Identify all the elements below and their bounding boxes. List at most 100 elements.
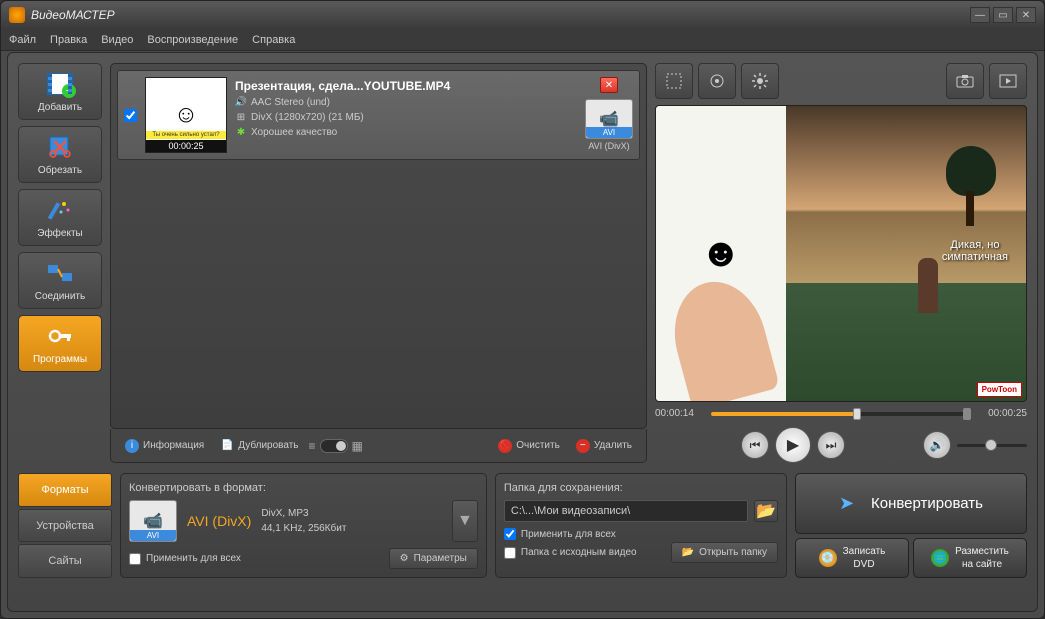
sidebar-add-label: Добавить <box>38 102 82 113</box>
sidebar-add-button[interactable]: + Добавить <box>18 63 102 120</box>
tab-formats[interactable]: Форматы <box>18 473 112 507</box>
format-dropdown-button[interactable]: ▼ <box>452 500 478 542</box>
file-list-panel: ☺ Ты очень сильно устал? 00:00:25 Презен… <box>110 63 647 429</box>
next-button[interactable]: ⏭ <box>817 431 845 459</box>
sidebar-programs-label: Программы <box>33 354 87 365</box>
sidebar-trim-label: Обрезать <box>38 165 82 176</box>
end-marker[interactable] <box>963 408 971 420</box>
open-folder-button[interactable]: 📂Открыть папку <box>671 542 778 563</box>
output-format-icon[interactable]: 📹 AVI <box>585 99 633 139</box>
view-toggle[interactable] <box>320 439 348 453</box>
format-icon[interactable]: 📹 AVI <box>129 500 177 542</box>
preview-toolbar <box>655 63 1027 99</box>
time-current: 00:00:14 <box>655 408 705 419</box>
output-box: ✕ 📹 AVI AVI (DivX) <box>585 77 633 153</box>
time-total: 00:00:25 <box>977 408 1027 419</box>
film-add-icon: + <box>44 70 76 98</box>
dvd-icon: 💿 <box>819 549 837 567</box>
play-controls: ⏮ ▶ ⏭ 🔊 <box>655 427 1027 463</box>
action-column: ➤ Конвертировать 💿 Записать DVD 🌐 Размес… <box>795 473 1027 578</box>
globe-icon: 🌐 <box>931 549 949 567</box>
minimize-button[interactable]: — <box>970 7 990 23</box>
join-icon <box>44 259 76 287</box>
thumb-caption: Ты очень сильно устал? <box>146 131 226 139</box>
output-tag: AVI <box>586 127 632 138</box>
cartoon-icon: ☻ <box>700 231 742 276</box>
save-path-input[interactable] <box>504 500 748 522</box>
enhance-button[interactable] <box>698 63 736 99</box>
sidebar-join-label: Соединить <box>35 291 85 302</box>
info-button[interactable]: iИнформация <box>119 436 210 456</box>
volume-button[interactable]: 🔊 <box>923 431 951 459</box>
volume-handle[interactable] <box>985 439 997 451</box>
delete-button[interactable]: −Удалить <box>570 436 638 456</box>
sidebar-effects-button[interactable]: Эффекты <box>18 189 102 246</box>
format-apply-all-checkbox[interactable]: Применить для всех <box>129 553 241 565</box>
clear-button[interactable]: 🚫Очистить <box>492 436 566 456</box>
clear-icon: 🚫 <box>498 439 512 453</box>
tab-sites[interactable]: Сайты <box>18 544 112 578</box>
brightness-button[interactable] <box>741 63 779 99</box>
format-spec: DivX, MP3 44,1 KHz, 256Кбит <box>261 506 346 536</box>
file-thumbnail: ☺ Ты очень сильно устал? 00:00:25 <box>145 77 227 153</box>
tab-devices[interactable]: Устройства <box>18 509 112 543</box>
gear-icon: ⚙ <box>400 553 409 564</box>
save-apply-all-checkbox[interactable]: Применить для всех <box>504 528 778 540</box>
app-logo-icon <box>9 7 25 23</box>
save-panel: Папка для сохранения: 📂 Применить для вс… <box>495 473 787 578</box>
menu-help[interactable]: Справка <box>252 34 295 46</box>
duplicate-icon: 📄 <box>220 439 234 453</box>
burn-dvd-button[interactable]: 💿 Записать DVD <box>795 538 909 578</box>
seek-handle[interactable] <box>853 408 861 420</box>
video-caption: Дикая, но симпатичная <box>942 239 1008 263</box>
params-button[interactable]: ⚙Параметры <box>389 548 478 569</box>
video-preview[interactable]: ☻ Дикая, но симпатичная PowToon <box>655 105 1027 402</box>
play-button[interactable]: ▶ <box>775 427 811 463</box>
menu-file[interactable]: Файл <box>9 34 36 46</box>
sidebar-trim-button[interactable]: Обрезать <box>18 126 102 183</box>
fullscreen-button[interactable] <box>989 63 1027 99</box>
duplicate-button[interactable]: 📄Дублировать <box>214 436 304 456</box>
menu-edit[interactable]: Правка <box>50 34 87 46</box>
info-icon: i <box>125 439 139 453</box>
browse-folder-button[interactable]: 📂 <box>754 500 778 522</box>
close-button[interactable]: ✕ <box>1016 7 1036 23</box>
file-info: Презентация, сдела...YOUTUBE.MP4 🔊AAC St… <box>235 77 577 153</box>
video-icon: ⊞ <box>235 111 247 123</box>
snapshot-button[interactable] <box>946 63 984 99</box>
menu-video[interactable]: Видео <box>101 34 133 46</box>
app-body: + Добавить Обрезать Эффекты Соединить <box>7 52 1038 612</box>
open-folder-icon: 📂 <box>682 547 694 558</box>
audio-meta: AAC Stereo (und) <box>251 97 330 108</box>
list-icon[interactable]: ≡ <box>309 439 316 453</box>
output-tabs: Форматы Устройства Сайты <box>18 473 112 578</box>
speaker-icon: 🔊 <box>235 96 247 108</box>
menu-playback[interactable]: Воспроизведение <box>147 34 238 46</box>
app-title: ВидеоМАСТЕР <box>31 8 967 22</box>
grid-icon[interactable]: ▦ <box>352 439 363 453</box>
hand-icon <box>662 271 780 402</box>
sidebar-join-button[interactable]: Соединить <box>18 252 102 309</box>
sidebar-effects-label: Эффекты <box>37 228 82 239</box>
publish-button[interactable]: 🌐 Разместить на сайте <box>913 538 1027 578</box>
format-panel: Конвертировать в формат: 📹 AVI AVI (DivX… <box>120 473 487 578</box>
seek-track[interactable] <box>711 412 971 416</box>
app-window: ВидеоМАСТЕР — ▭ ✕ Файл Правка Видео Восп… <box>0 0 1045 619</box>
convert-button[interactable]: ➤ Конвертировать <box>795 473 1027 534</box>
folder-icon: 📂 <box>756 501 776 521</box>
watermark: PowToon <box>977 382 1022 397</box>
prev-button[interactable]: ⏮ <box>741 431 769 459</box>
source-folder-checkbox[interactable]: Папка с исходным видео <box>504 547 637 559</box>
camera-icon: 📹 <box>599 109 619 129</box>
file-checkbox[interactable] <box>124 77 137 153</box>
delete-icon: − <box>576 439 590 453</box>
sidebar-programs-button[interactable]: Программы <box>18 315 102 372</box>
view-toggles: ≡ ▦ <box>309 439 363 453</box>
volume-slider[interactable] <box>957 444 1027 447</box>
star-icon: ✱ <box>235 126 247 138</box>
file-item[interactable]: ☺ Ты очень сильно устал? 00:00:25 Презен… <box>117 70 640 160</box>
maximize-button[interactable]: ▭ <box>993 7 1013 23</box>
remove-file-button[interactable]: ✕ <box>600 77 618 93</box>
crop-button[interactable] <box>655 63 693 99</box>
timeline: 00:00:14 00:00:25 <box>655 408 1027 419</box>
